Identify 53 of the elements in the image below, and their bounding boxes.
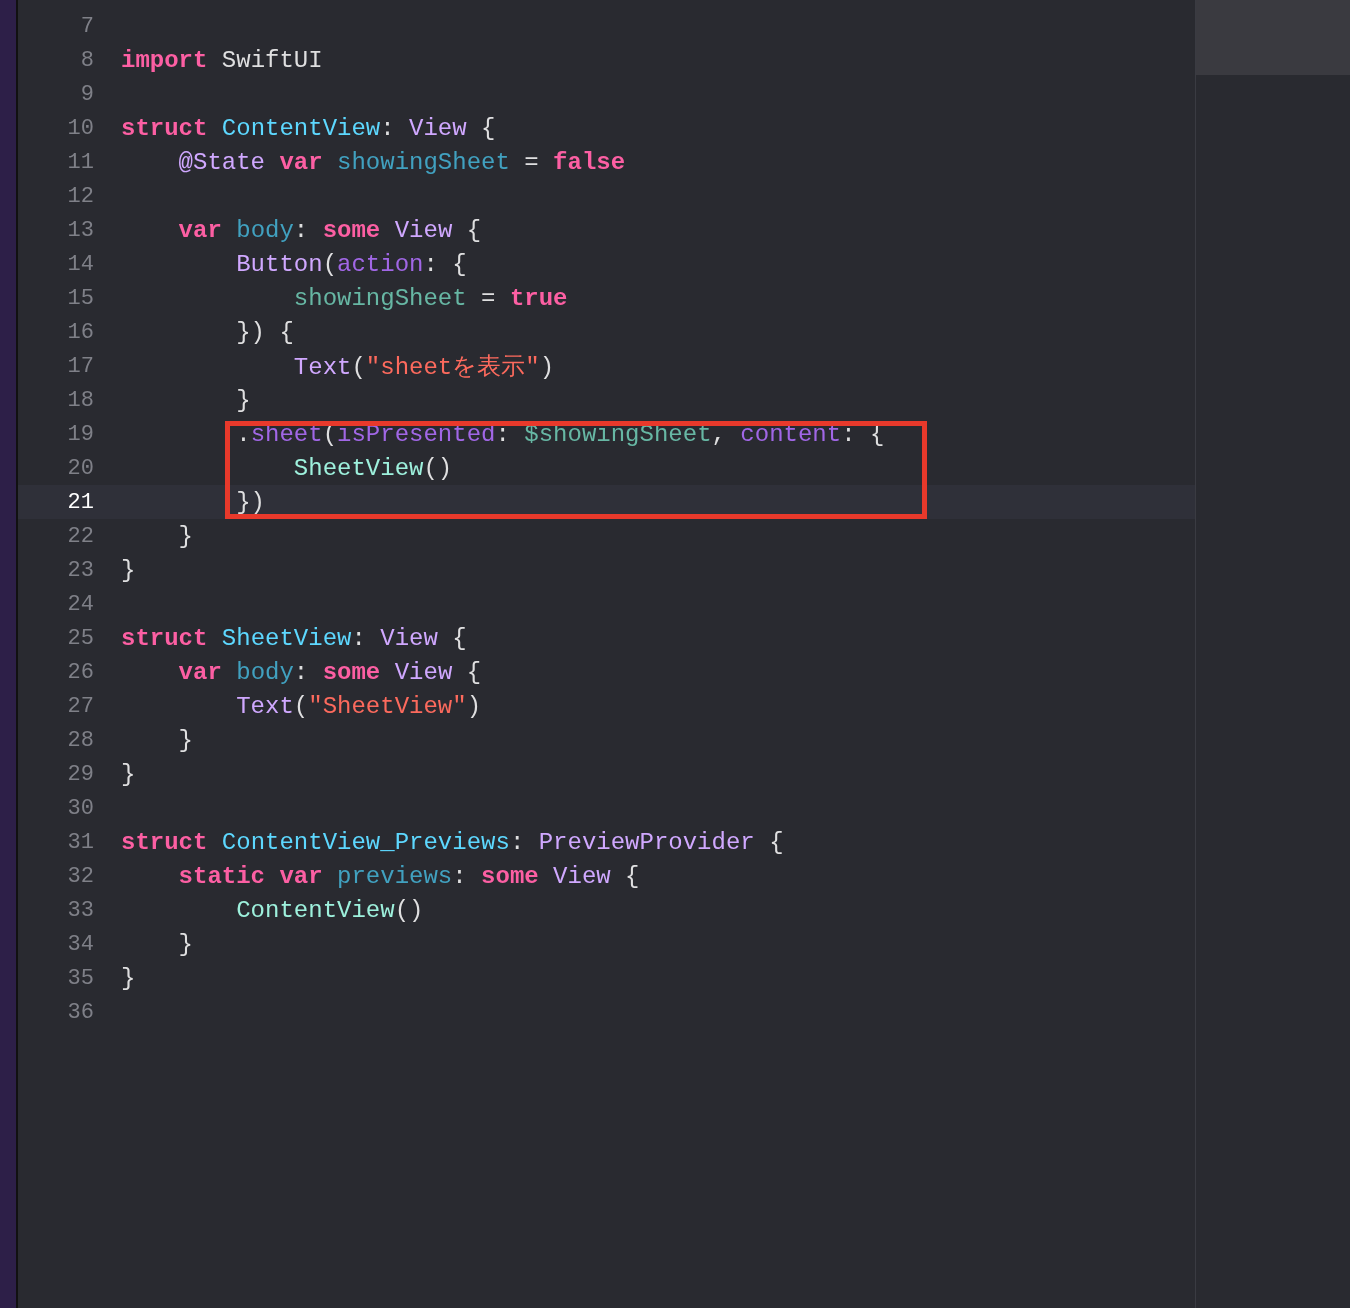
line-number: 35 [66,965,94,991]
line-number: 18 [66,387,94,413]
line-number: 12 [66,183,94,209]
code-line: } [177,726,193,754]
code-line: }) [235,488,266,516]
code-line: } [235,386,251,414]
code-line: Text("sheetを表示") [292,353,555,382]
line-number: 31 [66,829,94,855]
code-line: Button(action: { [235,250,467,278]
code-line: import SwiftUI [121,46,323,74]
line-number: 9 [79,81,94,107]
code-line: } [177,930,193,958]
line-number: 30 [66,795,94,821]
code-line: var body: some View { [177,658,482,686]
line-number: 11 [66,149,94,175]
line-number: 25 [66,625,94,651]
line-number: 28 [66,727,94,753]
line-number: 19 [66,421,94,447]
line-number: 36 [66,999,94,1025]
line-number: 10 [66,115,94,141]
code-line: struct SheetView: View { [121,624,467,652]
code-line: }) { [235,318,294,346]
line-number: 8 [79,47,94,73]
line-number: 33 [66,897,94,923]
code-line: var body: some View { [177,216,482,244]
line-number: 26 [66,659,94,685]
code-line: } [177,522,193,550]
line-number: 16 [66,319,94,345]
code-line: } [121,760,136,788]
code-line: struct ContentView: View { [121,114,496,142]
line-number: 27 [66,693,94,719]
code-line: SheetView() [292,454,453,482]
line-number: 7 [79,13,94,39]
line-number: 32 [66,863,94,889]
line-number: 15 [66,285,94,311]
line-number: 22 [66,523,94,549]
line-number: 20 [66,455,94,481]
line-number: 23 [66,557,94,583]
code-line: } [121,556,136,584]
code-line: showingSheet = true [292,284,568,312]
code-line: ContentView() [235,896,424,924]
line-number: 24 [66,591,94,617]
code-line: Text("SheetView") [235,692,482,720]
line-number: 34 [66,931,94,957]
code-line: } [121,964,136,992]
code-line: @State var showingSheet = false [177,148,626,176]
line-number: 29 [66,761,94,787]
code-line: static var previews: some View { [177,862,640,890]
line-number: 13 [66,217,94,243]
line-number: 17 [66,353,94,379]
code-line: struct ContentView_Previews: PreviewProvider { [121,828,784,856]
line-number: 21 [66,489,94,515]
line-number: 14 [66,251,94,277]
